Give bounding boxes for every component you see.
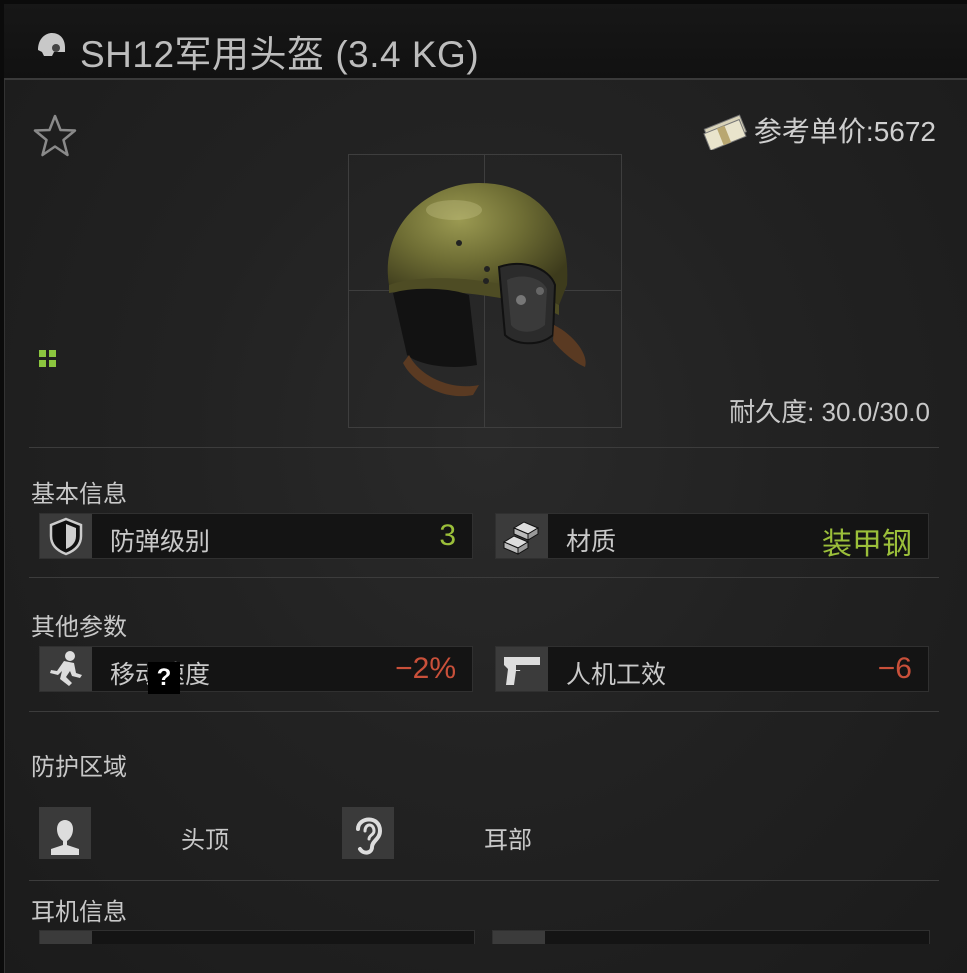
stat-value: 3 xyxy=(439,519,456,552)
stat-value: −6 xyxy=(877,652,912,685)
pistol-icon xyxy=(504,657,540,685)
zone-head-top xyxy=(39,807,91,859)
price-text: 参考单价:5672 xyxy=(753,116,936,147)
shield-icon xyxy=(49,517,83,556)
reference-price: 参考单价:5672 xyxy=(700,110,936,150)
section-headset-info: 耳机信息 xyxy=(31,899,127,926)
section-basic-info: 基本信息 xyxy=(31,481,127,508)
stat-ergonomics: 人机工效 −6 xyxy=(495,646,929,692)
stat-value: −2% xyxy=(395,652,456,685)
stat-label: 材质 xyxy=(566,528,617,556)
running-man-icon xyxy=(50,651,82,686)
window-title: SH12军用头盔 (3.4 KG) xyxy=(80,34,480,75)
item-panel: 参考单价:5672 耐久度: 30.0/30.0 基本信息 防弹级别 3 材质 … xyxy=(4,80,967,973)
helmet-icon xyxy=(38,33,65,56)
divider xyxy=(29,577,939,578)
ingots-icon xyxy=(502,521,540,555)
head-icon xyxy=(51,820,79,855)
help-icon[interactable]: ? xyxy=(148,662,180,694)
helmet-image xyxy=(387,183,586,397)
ear-icon xyxy=(356,817,383,855)
zone-label: 耳部 xyxy=(484,827,532,854)
stat-headset-partial xyxy=(39,930,475,944)
item-image-frame xyxy=(348,154,622,428)
section-protection-zones: 防护区域 xyxy=(31,754,127,781)
divider xyxy=(29,880,939,881)
section-other-params: 其他参数 xyxy=(31,614,127,641)
divider xyxy=(29,447,939,448)
favorite-star-icon[interactable] xyxy=(31,112,79,160)
stat-armor-class: 防弹级别 3 xyxy=(39,513,473,559)
zone-ears xyxy=(342,807,394,859)
stat-label: 人机工效 xyxy=(566,661,667,689)
stat-headset-partial xyxy=(492,930,930,944)
zone-label: 头顶 xyxy=(181,827,229,854)
durability-text: 耐久度: 30.0/30.0 xyxy=(729,397,930,427)
stat-label: 防弹级别 xyxy=(110,528,211,556)
stat-movement-speed: 移动速度 −2% xyxy=(39,646,473,692)
stat-material: 材质 装甲钢 xyxy=(495,513,929,561)
divider xyxy=(29,711,939,712)
money-stack-icon xyxy=(703,114,747,150)
stat-value: 装甲钢 xyxy=(822,528,912,561)
grid-size-icon xyxy=(39,350,56,367)
title-bar: SH12军用头盔 (3.4 KG) xyxy=(4,4,967,80)
